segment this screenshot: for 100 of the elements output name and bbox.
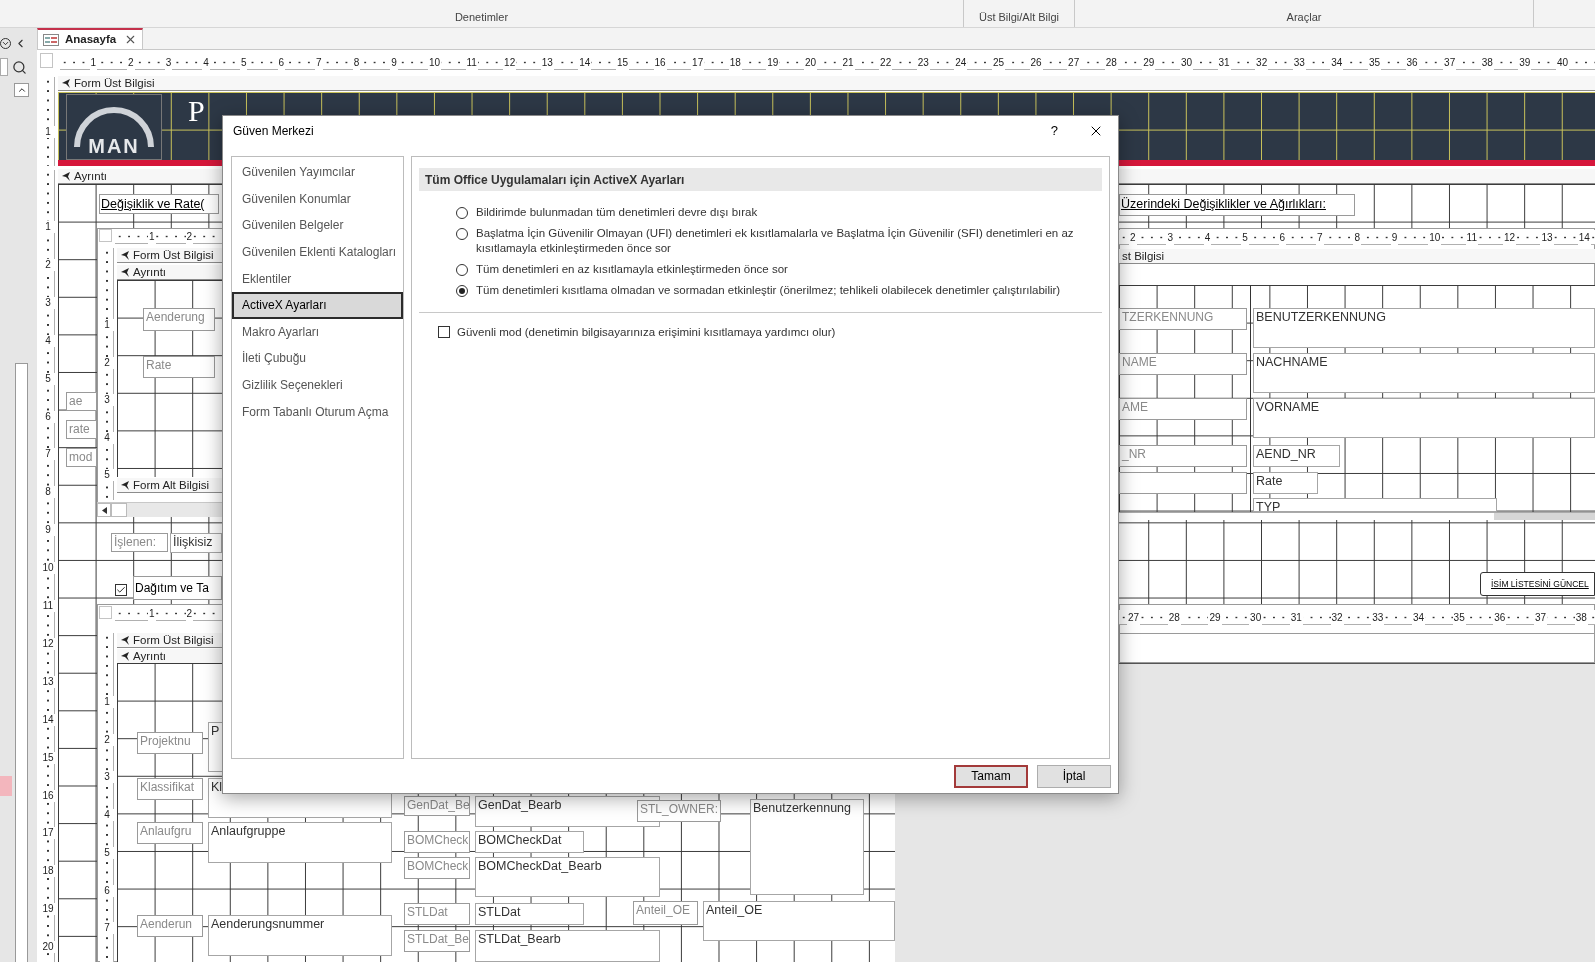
category-item[interactable]: Güvenilen Yayımcılar <box>232 159 403 186</box>
scroll-up-button[interactable] <box>14 83 29 97</box>
ruler-number: 2 <box>1129 230 1137 245</box>
ruler-number: 9 <box>390 55 398 70</box>
ruler-number: 35 <box>1452 610 1466 625</box>
field-label: NAME <box>1119 353 1247 375</box>
close-icon[interactable] <box>124 33 137 46</box>
checkbox[interactable] <box>438 326 450 338</box>
section-title: Form Üst Bilgisi <box>133 248 214 262</box>
update-list-button[interactable]: İSİM LİSTESİNİ GÜNCEL <box>1480 572 1595 596</box>
ruler-number: 2 <box>185 606 194 621</box>
heading-label: Değişiklik ve Rate( <box>99 194 219 214</box>
left-arrow-icon <box>101 506 107 514</box>
ruler-number: 21 <box>841 55 855 70</box>
scroll-left-button[interactable] <box>97 503 111 517</box>
radio-button[interactable] <box>456 207 468 219</box>
ruler-number: 13 <box>1540 230 1554 245</box>
section-title: Form Üst Bilgisi <box>133 633 214 647</box>
category-item[interactable]: Form Tabanlı Oturum Açma <box>232 398 403 425</box>
ruler-number: 6 <box>277 55 286 70</box>
document-tab[interactable]: Anasayfa <box>37 28 143 49</box>
ruler-number: 38 <box>1574 610 1588 625</box>
ruler-number: 9 <box>1390 230 1399 245</box>
category-item[interactable]: ActiveX Ayarları <box>232 291 403 319</box>
ruler-number: 10 <box>1428 230 1442 245</box>
ruler-number: 31 <box>1289 610 1303 625</box>
category-item[interactable]: Güvenilen Belgeler <box>232 212 403 239</box>
field-label: mod <box>66 448 97 467</box>
radio-button[interactable] <box>456 228 468 240</box>
horizontal-scrollbar[interactable] <box>1119 512 1595 520</box>
category-item[interactable]: Makro Ayarları <box>232 318 403 346</box>
text-field[interactable]: Anlaufgruppe <box>208 822 392 863</box>
option-label: Bildirimde bulunmadan tüm denetimleri devre dışı bırak <box>476 205 758 220</box>
field-label: BOMCheck <box>404 857 470 879</box>
section-header: Tüm Office Uygulamaları için ActiveX Ayarları <box>419 168 1102 191</box>
scroll-thumb[interactable] <box>1494 513 1595 520</box>
text-field[interactable]: STLDat_Bearb <box>475 930 660 962</box>
text-field[interactable]: İlişkisiz <box>170 533 222 553</box>
text-field[interactable]: VORNAME <box>1253 398 1595 438</box>
ruler-number: 30 <box>1179 55 1193 70</box>
ruler-number: 13 <box>41 675 55 688</box>
category-item[interactable]: Eklentiler <box>232 265 403 292</box>
scroll-thumb[interactable] <box>111 503 127 517</box>
check-icon <box>116 585 126 595</box>
ruler-number: 40 <box>1555 55 1569 70</box>
ruler-number: 15 <box>615 55 629 70</box>
ruler-number: 1 <box>148 606 156 621</box>
text-field[interactable]: Anteil_OE <box>703 901 895 941</box>
search-field[interactable] <box>0 58 8 76</box>
search-icon[interactable] <box>12 60 27 75</box>
text-field[interactable]: AEND_NR <box>1253 445 1340 467</box>
section-bar[interactable]: st Bilgisi <box>1119 249 1595 264</box>
field-label: BOMCheck <box>404 831 470 853</box>
text-field[interactable]: Benutzerkennung <box>750 799 864 895</box>
ruler-number: 1 <box>148 229 156 244</box>
ruler-number: 36 <box>1493 610 1507 625</box>
field-label: Klassifikat <box>137 778 203 800</box>
text-field[interactable]: STLDat <box>475 903 584 925</box>
category-item[interactable]: Güvenilen Konumlar <box>232 185 403 213</box>
field-label: TZERKENNUNG <box>1119 308 1247 330</box>
ruler-number: 18 <box>41 865 55 878</box>
text-field[interactable]: Rate <box>1253 472 1318 494</box>
help-button[interactable]: ? <box>1050 121 1058 141</box>
text-field[interactable]: BOMCheckDat <box>475 831 584 853</box>
option-label: Güvenli mod (denetimin bilgisayarınıza erişimini kısıtlamaya yardımcı olur) <box>457 325 836 340</box>
ruler-number: 20 <box>803 55 817 70</box>
highlight-marker <box>0 776 12 796</box>
radio-button[interactable] <box>456 264 468 276</box>
option-label: Başlatma İçin Güvenilir Olmayan (UFI) denetimleri ek kısıtlamalarla ve Başlatma İçin Güvenilir (SFI) denetimleri en az kısıtlamayla etkinleştirmeden önce sor <box>476 226 1075 256</box>
text-field[interactable]: NACHNAME <box>1253 353 1595 393</box>
text-field[interactable]: TYP <box>1253 498 1497 512</box>
ruler-number: 27 <box>1067 55 1081 70</box>
text-field[interactable]: BOMCheckDat_Bearb <box>475 857 660 897</box>
ruler-number: 14 <box>1577 230 1591 245</box>
section-title: Ayrıntı <box>133 265 167 279</box>
ribbon-group-label: Araçlar <box>1286 9 1322 25</box>
tab-label: Anasayfa <box>65 31 117 47</box>
ruler-number: 29 <box>1142 55 1156 70</box>
ruler-number: 7 <box>315 55 323 70</box>
radio-button[interactable] <box>456 285 468 297</box>
ribbon-group-label: Üst Bilgi/Alt Bilgi <box>978 9 1060 25</box>
ruler-number: 10 <box>41 562 55 575</box>
section-bar[interactable]: Form Üst Bilgisi <box>58 76 1595 91</box>
category-item[interactable]: İleti Çubuğu <box>232 345 403 372</box>
ok-button[interactable]: Tamam <box>954 764 1028 788</box>
ruler-number: 39 <box>1518 55 1532 70</box>
text-field[interactable]: BENUTZERKENNUNG <box>1253 308 1595 348</box>
category-item[interactable]: Gizlilik Seçenekleri <box>232 371 403 399</box>
field-label: rate <box>66 420 97 439</box>
section-title: Form Alt Bilgisi <box>133 478 210 492</box>
cancel-button[interactable]: İptal <box>1037 764 1111 788</box>
ruler-number: 11 <box>465 55 478 70</box>
ruler-number: 22 <box>879 55 893 70</box>
field-label: Rate <box>143 356 215 378</box>
checkbox[interactable] <box>115 584 127 596</box>
field-label: AME <box>1119 398 1247 420</box>
ruler-number: 15 <box>41 751 55 764</box>
scroll-thumb[interactable] <box>15 363 28 962</box>
ruler-number: 12 <box>1503 230 1517 245</box>
text-field[interactable]: Aenderungsnummer <box>208 915 392 956</box>
